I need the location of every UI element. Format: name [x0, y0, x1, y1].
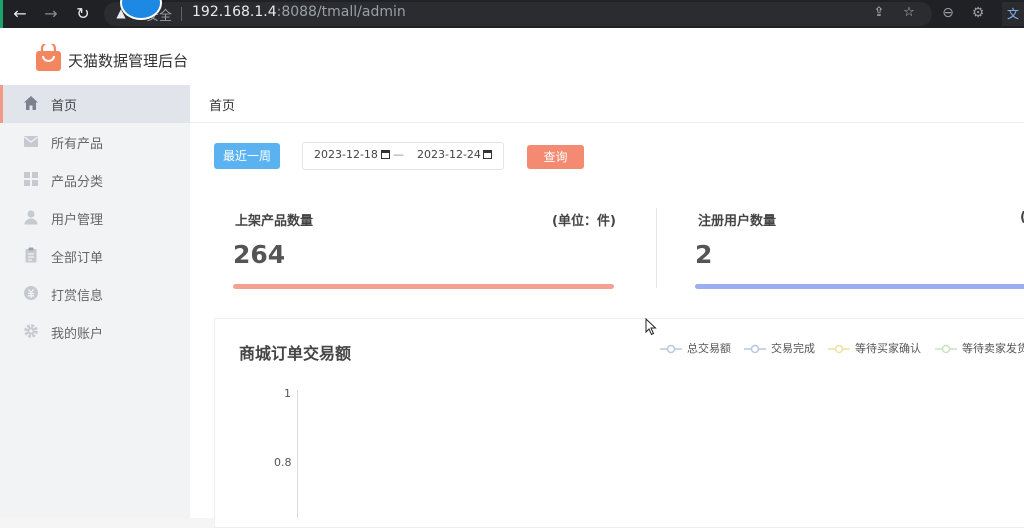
- address-divider: [181, 7, 182, 21]
- sidebar-item-label: 我的账户: [51, 327, 104, 342]
- legend-line-marker: [660, 344, 682, 354]
- sidebar-item-all-products[interactable]: 所有产品: [0, 123, 190, 161]
- legend-line-marker: [828, 344, 850, 354]
- product-count-bar: [233, 284, 614, 289]
- reload-icon[interactable]: ↻: [72, 3, 94, 25]
- home-icon: [24, 96, 38, 110]
- extension-gear-icon[interactable]: ⚙: [969, 4, 987, 22]
- start-date-input[interactable]: 2023-12-18: [314, 148, 378, 161]
- mail-icon: [24, 136, 38, 147]
- forward-arrow-icon[interactable]: →: [40, 3, 62, 25]
- y-tick-label: 1: [284, 387, 291, 400]
- legend-label: 总交易额: [687, 342, 731, 355]
- end-date-input[interactable]: 2023-12-24: [417, 148, 481, 161]
- y-tick-label: 0.8: [274, 456, 292, 469]
- coin-icon: [24, 286, 38, 300]
- sidebar-item-orders[interactable]: 全部订单: [0, 237, 190, 275]
- user-count-value: 2: [695, 240, 713, 269]
- back-arrow-icon[interactable]: ←: [9, 3, 31, 25]
- sidebar-item-label: 产品分类: [51, 175, 104, 190]
- gear-icon: [24, 324, 38, 338]
- legend-label: 等待买家确认: [855, 342, 921, 355]
- sidebar-item-account[interactable]: 我的账户: [0, 313, 190, 351]
- legend-line-marker: [744, 344, 766, 354]
- start-calendar-icon[interactable]: [381, 150, 390, 159]
- grid-icon: [24, 172, 38, 186]
- product-count-value: 264: [233, 240, 286, 269]
- date-separator: —: [393, 148, 404, 161]
- legend-label: 交易完成: [771, 342, 815, 355]
- url-text[interactable]: 192.168.1.4:8088/tmall/admin: [192, 4, 406, 20]
- chart-y-axis: [297, 390, 298, 518]
- url-host: 192.168.1.4: [192, 4, 277, 20]
- legend-label: 等待卖家发货: [962, 342, 1024, 355]
- last-week-button[interactable]: 最近一周: [214, 143, 280, 169]
- sidebar-item-rewards[interactable]: 打赏信息: [0, 275, 190, 313]
- user-count-bar: [695, 284, 1024, 289]
- sidebar-item-label: 用户管理: [51, 213, 104, 228]
- minus-circle-icon[interactable]: ⊖: [939, 4, 957, 22]
- app-title: 天猫数据管理后台: [68, 52, 189, 70]
- user-count-unit: (: [1020, 210, 1024, 225]
- query-button[interactable]: 查询: [527, 145, 584, 169]
- mouse-pointer-icon: [645, 318, 657, 336]
- end-calendar-icon[interactable]: [483, 150, 492, 159]
- url-path: :8088/tmall/admin: [276, 4, 406, 20]
- window-accent-stripe: [0, 0, 3, 28]
- sidebar-item-home[interactable]: 首页: [0, 85, 190, 123]
- sidebar-item-label: 所有产品: [51, 137, 104, 152]
- breadcrumb-home[interactable]: 首页: [209, 95, 235, 114]
- translate-icon[interactable]: 文: [1002, 2, 1024, 26]
- product-count-unit: (单位：件): [552, 214, 616, 229]
- sidebar-item-categories[interactable]: 产品分类: [0, 161, 190, 199]
- share-icon[interactable]: ⇪: [870, 4, 888, 22]
- legend-line-marker: [935, 344, 957, 354]
- sidebar-item-users[interactable]: 用户管理: [0, 199, 190, 237]
- user-count-label: 注册用户数量: [698, 214, 777, 229]
- breadcrumb: [190, 85, 1024, 123]
- stat-divider: [656, 208, 657, 288]
- user-icon: [24, 210, 38, 225]
- sidebar-item-label: 打赏信息: [51, 289, 104, 304]
- clipboard-icon: [25, 247, 37, 263]
- chart-title: 商城订单交易额: [239, 344, 352, 363]
- sidebar-item-label: 全部订单: [51, 251, 104, 266]
- sidebar-item-label: 首页: [51, 99, 78, 114]
- shopping-bag-logo-icon: [36, 44, 61, 71]
- product-count-label: 上架产品数量: [235, 214, 314, 229]
- bookmark-star-icon[interactable]: ☆: [900, 4, 918, 22]
